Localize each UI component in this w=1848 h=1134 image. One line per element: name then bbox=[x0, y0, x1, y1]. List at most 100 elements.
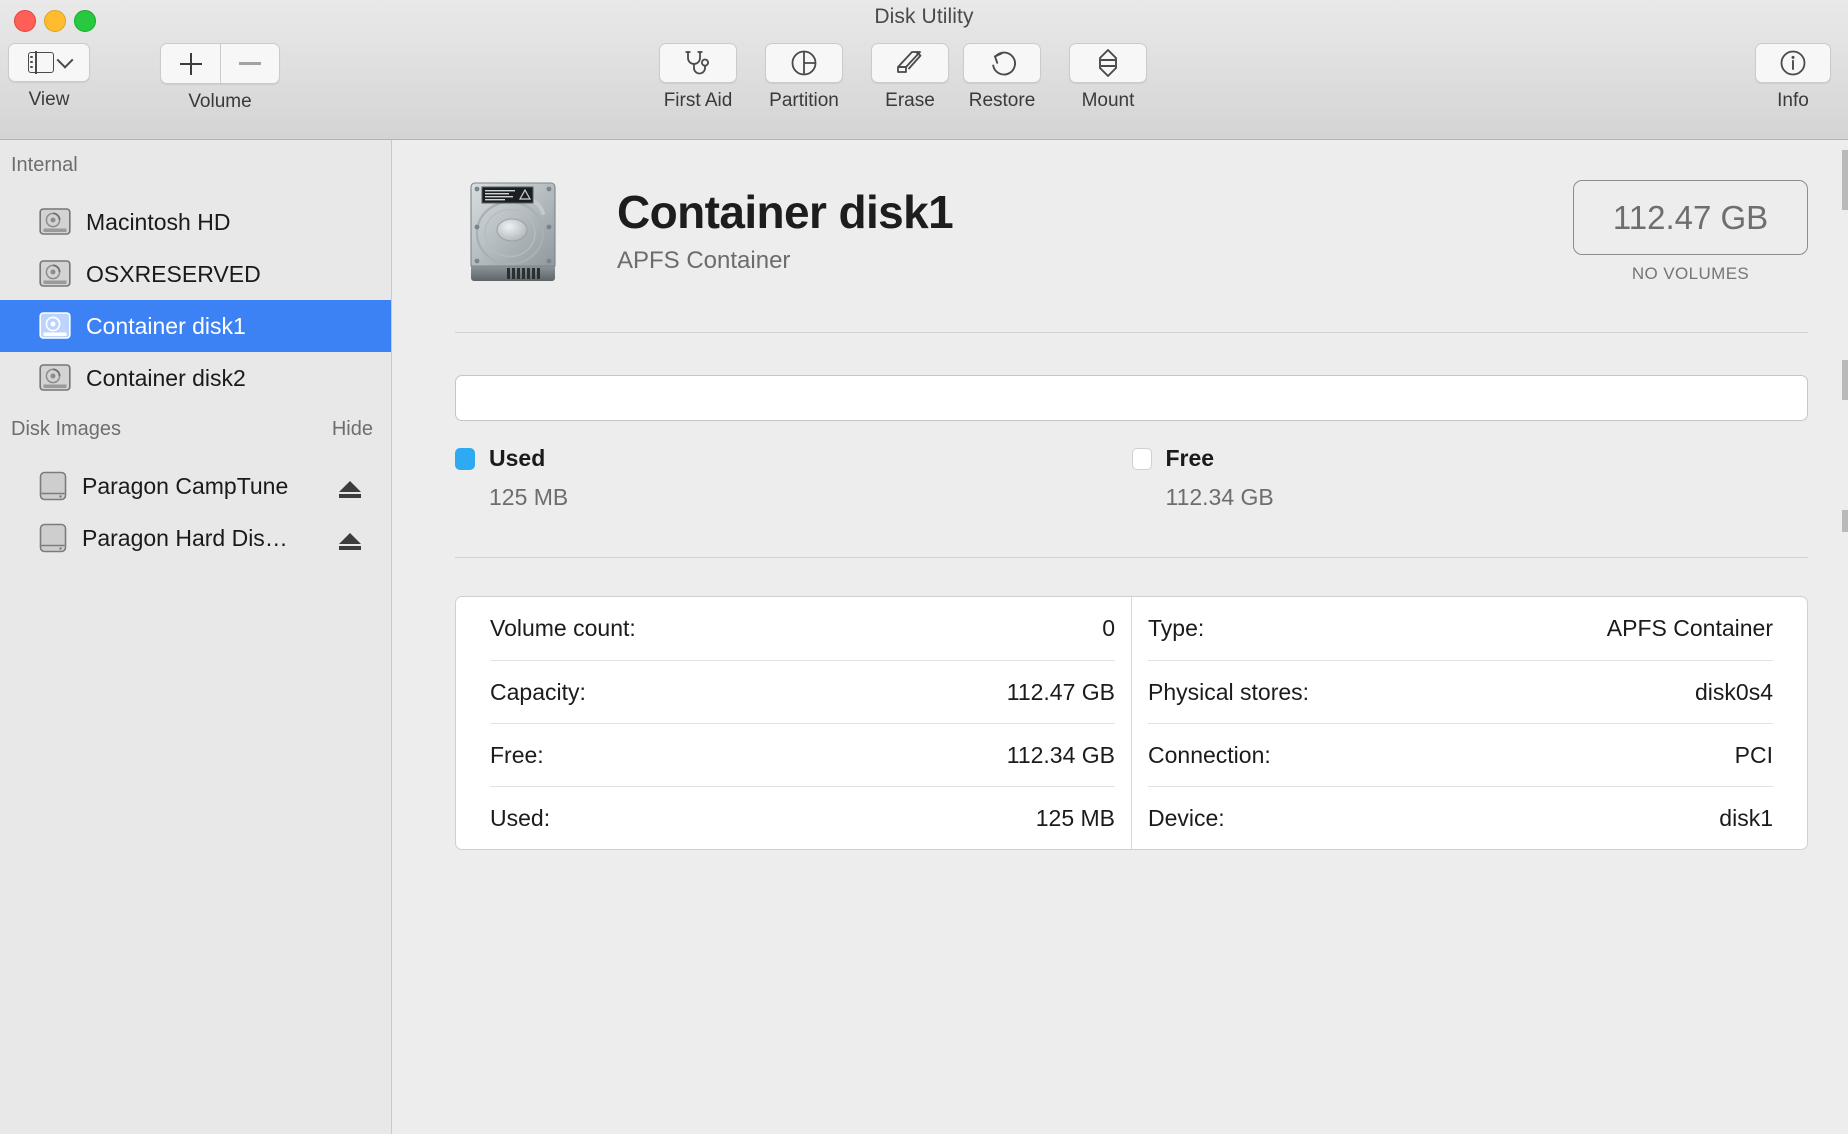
first-aid-label: First Aid bbox=[663, 90, 733, 111]
info-value: 125 MB bbox=[1035, 804, 1115, 831]
info-value: 0 bbox=[1102, 615, 1115, 641]
legend-label: Free bbox=[1165, 445, 1215, 471]
titlebar: Disk Utility View Volume First Aid Parti… bbox=[0, 0, 1848, 140]
mount-label: Mount bbox=[1081, 90, 1135, 111]
disk-image-icon bbox=[39, 523, 67, 553]
sidebar-item-label: Paragon Hard Dis… bbox=[82, 524, 288, 551]
sidebar-section-title: Internal bbox=[11, 154, 78, 176]
table-row: Type: APFS Container bbox=[1148, 597, 1773, 660]
legend-swatch-used bbox=[455, 447, 475, 470]
info-key: Device: bbox=[1148, 804, 1225, 831]
hard-drive-icon bbox=[39, 260, 71, 287]
toolbar-group-first-aid: First Aid bbox=[659, 43, 737, 112]
hard-drive-icon bbox=[39, 364, 71, 391]
info-value: 112.47 GB bbox=[1006, 678, 1115, 705]
eject-icon[interactable] bbox=[339, 532, 361, 550]
toolbar-group-mount: Mount bbox=[1069, 43, 1147, 112]
window-title: Disk Utility bbox=[874, 5, 974, 28]
page-subtitle: APFS Container bbox=[617, 247, 791, 274]
mount-eject-icon bbox=[1099, 49, 1117, 77]
legend-item-used: Used 125 MB bbox=[455, 445, 1132, 511]
table-row: Capacity: 112.47 GB bbox=[490, 660, 1115, 723]
erase-label: Erase bbox=[885, 90, 935, 111]
legend-swatch-free bbox=[1131, 447, 1152, 470]
first-aid-button[interactable] bbox=[659, 43, 737, 83]
sidebar-item-label: Container disk1 bbox=[86, 312, 246, 339]
divider-bottom bbox=[455, 557, 1808, 558]
view-label: View bbox=[28, 89, 70, 110]
info-value: disk1 bbox=[1719, 804, 1773, 831]
plus-icon bbox=[179, 52, 202, 75]
table-row: Used: 125 MB bbox=[490, 786, 1115, 849]
sidebar-section-title: Disk Images bbox=[11, 418, 122, 440]
chevron-down-icon bbox=[56, 51, 73, 69]
eject-icon[interactable] bbox=[339, 480, 361, 498]
capacity-caption: NO VOLUMES bbox=[1631, 264, 1750, 283]
sidebar-item-paragon-camptune[interactable]: Paragon CampTune bbox=[0, 460, 391, 512]
partition-label: Partition bbox=[769, 90, 839, 111]
sidebar-item-container-disk1[interactable]: Container disk1 bbox=[0, 300, 391, 352]
divider-top bbox=[455, 332, 1808, 333]
usage-bar bbox=[455, 375, 1808, 421]
disk-header: Container disk1 APFS Container 112.47 GB… bbox=[393, 140, 1848, 288]
sidebar-section-header-disk-images: Disk Images Hide bbox=[0, 418, 391, 460]
volume-segmented-control bbox=[160, 43, 280, 84]
sidebar-section-header-internal: Internal bbox=[0, 154, 391, 196]
main-content: Container disk1 APFS Container 112.47 GB… bbox=[393, 140, 1848, 1134]
toolbar-group-view: View bbox=[8, 43, 90, 111]
disk-info-table: Volume count: 0 Capacity: 112.47 GB Free… bbox=[455, 596, 1808, 850]
info-button[interactable] bbox=[1755, 43, 1831, 83]
page-title: Container disk1 bbox=[617, 186, 954, 238]
info-key: Capacity: bbox=[490, 678, 586, 705]
toolbar-group-restore: Restore bbox=[963, 43, 1041, 112]
window-edge-mid bbox=[1842, 360, 1848, 400]
disk-utility-window: Disk Utility View Volume First Aid Parti… bbox=[0, 0, 1848, 1134]
sidebar-item-macintosh-hd[interactable]: Macintosh HD bbox=[0, 196, 391, 248]
capacity-badge: 112.47 GB NO VOLUMES bbox=[1573, 180, 1808, 284]
sidebar-item-paragon-hard-disk[interactable]: Paragon Hard Dis… bbox=[0, 512, 391, 564]
table-row: Device: disk1 bbox=[1148, 786, 1773, 849]
eraser-icon bbox=[897, 51, 922, 73]
pie-chart-icon bbox=[791, 50, 817, 76]
table-row: Free: 112.34 GB bbox=[490, 723, 1115, 786]
sidebar-item-osxreserved[interactable]: OSXRESERVED bbox=[0, 248, 391, 300]
info-value: APFS Container bbox=[1606, 615, 1773, 641]
erase-button[interactable] bbox=[871, 43, 949, 83]
sidebar-item-label: Container disk2 bbox=[86, 364, 246, 391]
restore-label: Restore bbox=[968, 90, 1036, 111]
toolbar-group-erase: Erase bbox=[871, 43, 949, 112]
window-edge-top bbox=[1842, 150, 1848, 210]
legend-item-free: Free 112.34 GB bbox=[1131, 445, 1809, 511]
view-button[interactable] bbox=[8, 43, 90, 82]
sidebar-item-label: OSXRESERVED bbox=[86, 260, 261, 287]
info-key: Physical stores: bbox=[1148, 678, 1310, 705]
info-label: Info bbox=[1777, 90, 1809, 111]
hard-drive-icon bbox=[39, 208, 71, 235]
info-key: Used: bbox=[490, 804, 551, 831]
legend-label: Used bbox=[489, 445, 546, 471]
capacity-value: 112.47 GB bbox=[1573, 180, 1808, 255]
sidebar-item-label: Paragon CampTune bbox=[82, 472, 289, 499]
toolbar-group-volume: Volume bbox=[160, 43, 280, 113]
minus-icon bbox=[239, 62, 261, 65]
info-value: PCI bbox=[1734, 741, 1773, 768]
table-row: Volume count: 0 bbox=[490, 597, 1115, 660]
sidebar-item-container-disk2[interactable]: Container disk2 bbox=[0, 352, 391, 404]
table-row: Connection: PCI bbox=[1148, 723, 1773, 786]
remove-volume-button[interactable] bbox=[220, 44, 279, 83]
toolbar-group-partition: Partition bbox=[765, 43, 843, 112]
mount-button[interactable] bbox=[1069, 43, 1147, 83]
sidebar-icon bbox=[27, 51, 54, 74]
partition-button[interactable] bbox=[765, 43, 843, 83]
hard-drive-large-icon bbox=[470, 182, 556, 281]
window-edge-low bbox=[1842, 510, 1848, 532]
sidebar-hide-button[interactable]: Hide bbox=[332, 418, 373, 441]
info-value: 112.34 GB bbox=[1006, 741, 1115, 768]
volume-label: Volume bbox=[188, 91, 252, 112]
restore-button[interactable] bbox=[963, 43, 1041, 83]
undo-arrow-icon bbox=[992, 51, 1016, 76]
add-volume-button[interactable] bbox=[161, 44, 220, 83]
info-value: disk0s4 bbox=[1695, 678, 1773, 705]
disk-image-icon bbox=[39, 471, 67, 501]
stethoscope-icon bbox=[685, 51, 709, 75]
